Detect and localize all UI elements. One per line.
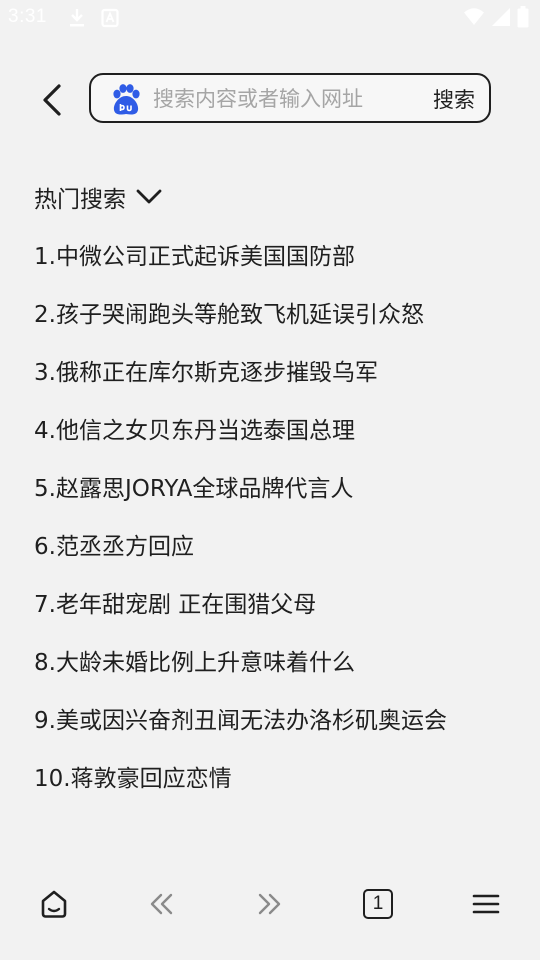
chevron-left-icon xyxy=(43,84,61,116)
search-box[interactable]: 搜索 xyxy=(89,73,491,123)
status-time: 3:31 xyxy=(8,6,47,27)
hot-search-item[interactable]: 8.大龄未婚比例上升意味着什么 xyxy=(34,638,447,696)
home-button[interactable] xyxy=(32,884,76,924)
forward-double-chevron-icon xyxy=(258,893,281,915)
hot-search-item[interactable]: 6.范丞丞方回应 xyxy=(34,522,447,580)
menu-icon xyxy=(472,894,500,914)
tabs-icon: 1 xyxy=(363,889,393,919)
tab-count: 1 xyxy=(372,893,384,914)
hot-search-item[interactable]: 5.赵露思JORYA全球品牌代言人 xyxy=(34,464,447,522)
hot-search-item[interactable]: 1.中微公司正式起诉美国国防部 xyxy=(34,232,447,290)
notification-a-icon xyxy=(101,8,119,32)
baidu-paw-icon[interactable] xyxy=(109,83,143,117)
nav-forward-button[interactable] xyxy=(247,884,291,924)
download-icon xyxy=(68,8,86,32)
hot-search-item[interactable]: 7.老年甜宠剧 正在围猎父母 xyxy=(34,580,447,638)
battery-icon xyxy=(517,6,529,32)
nav-back-button[interactable] xyxy=(140,884,184,924)
hot-search-item[interactable]: 2.孩子哭闹跑头等舱致飞机延误引众怒 xyxy=(34,290,447,348)
hot-search-header[interactable]: 热门搜索 xyxy=(34,180,162,214)
back-button[interactable] xyxy=(30,80,74,120)
menu-button[interactable] xyxy=(464,884,508,924)
home-icon xyxy=(41,890,67,918)
status-bar: 3:31 xyxy=(0,0,540,36)
hot-search-title: 热门搜索 xyxy=(34,187,126,213)
bottom-navigation: 1 xyxy=(0,872,540,936)
search-input[interactable] xyxy=(153,81,413,117)
hot-search-list: 1.中微公司正式起诉美国国防部 2.孩子哭闹跑头等舱致飞机延误引众怒 3.俄称正… xyxy=(34,232,447,812)
search-submit-button[interactable]: 搜索 xyxy=(433,84,475,114)
hot-search-item[interactable]: 9.美或因兴奋剂丑闻无法办洛杉矶奥运会 xyxy=(34,696,447,754)
chevron-down-icon xyxy=(136,189,162,204)
wifi-icon xyxy=(463,7,485,31)
hot-search-item[interactable]: 10.蒋敦豪回应恋情 xyxy=(34,754,447,812)
back-double-chevron-icon xyxy=(150,893,173,915)
signal-icon xyxy=(491,7,511,31)
tabs-button[interactable]: 1 xyxy=(356,884,400,924)
hot-search-item[interactable]: 4.他信之女贝东丹当选泰国总理 xyxy=(34,406,447,464)
hot-search-item[interactable]: 3.俄称正在库尔斯克逐步摧毁乌军 xyxy=(34,348,447,406)
